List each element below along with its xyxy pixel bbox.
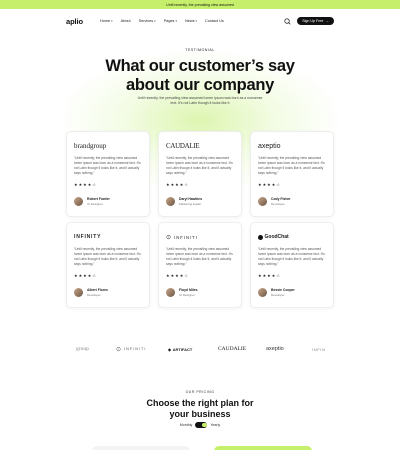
pricing-card xyxy=(214,446,312,450)
chevron-down-icon: ▾ xyxy=(111,19,113,23)
partner-logo: ◆ ARTIFACT xyxy=(168,343,192,355)
billing-toggle[interactable] xyxy=(195,422,208,428)
artifact-icon: ◆ xyxy=(168,346,172,352)
chevron-down-icon: ▾ xyxy=(154,19,156,23)
main-menu: Home ▾ About Services ▾ Pages ▾ News ▾ Conta… xyxy=(100,19,232,23)
billing-toggle-row: Monthly Yearly xyxy=(0,422,400,428)
reviewer: Albert Flores Developer xyxy=(74,288,108,297)
chevron-down-icon: ▾ xyxy=(195,19,197,23)
reviewer-role: UI Designer xyxy=(87,201,103,206)
chevron-down-icon: ▾ xyxy=(175,19,177,23)
reviewer: Daryl Hawkins Marketing leader xyxy=(166,197,202,206)
rating-stars: ★★★★☆ xyxy=(166,273,189,278)
reviewer: Floyd Miles UI Designer xyxy=(166,288,197,297)
avatar xyxy=(258,197,267,206)
reviewer: Cody Fisher Developer xyxy=(258,197,291,206)
menu-label: Contact Us xyxy=(205,19,224,23)
menu-item-pages[interactable]: Pages ▾ xyxy=(164,19,177,23)
toggle-knob xyxy=(202,422,207,428)
page-title: What our customer’s say about our compan… xyxy=(0,57,400,95)
pricing-eyebrow: OUR PRICING xyxy=(185,390,215,394)
testimonial-card: brandgroup “Until recently, the prevaili… xyxy=(66,131,150,217)
pricing-title: Choose the right plan for your business xyxy=(0,398,400,419)
navbar: aplio Home ▾ About Services ▾ Pages ▾ News ▾… xyxy=(0,9,400,33)
title-line-2: about our company xyxy=(126,76,274,94)
testimonial-quote: “Until recently, the prevailing view ass… xyxy=(258,247,325,266)
reviewer-role: Developer xyxy=(87,292,101,297)
testimonial-card: INFINITY “Until recently, the prevailing… xyxy=(66,222,150,308)
menu-item-home[interactable]: Home ▾ xyxy=(100,19,113,23)
rating-stars: ★★★★☆ xyxy=(74,273,97,278)
partner-logo: INFIN xyxy=(312,346,326,352)
testimonial-quote: “Until recently, the prevailing view ass… xyxy=(74,156,141,175)
menu-item-news[interactable]: News ▾ xyxy=(185,19,197,23)
menu-label: Home xyxy=(100,19,111,23)
logo[interactable]: aplio xyxy=(66,17,83,26)
avatar xyxy=(166,197,175,206)
partner-logos: group ⊙ INFINITI ◆ ARTIFACT CAUDALIE axept… xyxy=(0,343,400,355)
rating-stars: ★★★★☆ xyxy=(74,182,97,187)
menu-item-about[interactable]: About xyxy=(121,19,131,23)
announcement-text: Until recently, the prevailing view assu… xyxy=(166,2,234,7)
testimonial-card: ⊙ INFINITI “Until recently, the prevailin… xyxy=(158,222,242,308)
menu-item-services[interactable]: Services ▾ xyxy=(139,19,156,23)
reviewer: Bessie Cooper Developer xyxy=(258,288,295,297)
testimonial-quote: “Until recently, the prevailing view ass… xyxy=(166,156,233,175)
avatar xyxy=(166,288,175,297)
infiniti-icon: ⊙ xyxy=(166,234,173,241)
rating-stars: ★★★★☆ xyxy=(166,182,189,187)
reviewer-role: Developer xyxy=(271,201,285,206)
partner-logo-text: INFINITI xyxy=(124,347,147,351)
chat-bubble-icon xyxy=(258,234,263,240)
brand-logo: brandgroup xyxy=(74,142,107,150)
nav-actions: Sign Up Free → xyxy=(284,16,334,26)
menu-label: News xyxy=(184,19,195,23)
avatar xyxy=(74,197,83,206)
reviewer-role: UI Designer xyxy=(179,292,195,297)
brand-logo: CAUDALIE xyxy=(166,142,200,150)
hero-subtitle: Until recently, the prevailing view assu… xyxy=(137,96,263,105)
avatar xyxy=(74,288,83,297)
partner-logo-text: ARTIFACT xyxy=(172,346,193,352)
partner-logo: group xyxy=(76,346,89,352)
menu-label: Pages xyxy=(163,19,175,23)
reviewer: Robert Fowler UI Designer xyxy=(74,197,110,206)
brand-logo-text: GoodChat xyxy=(264,234,289,240)
brand-logo: INFINITY xyxy=(74,234,102,240)
section-eyebrow: TESTIMONIAL xyxy=(185,48,215,52)
reviewer-role: Developer xyxy=(271,292,285,297)
brand-logo: ⊙ INFINITI xyxy=(166,233,198,241)
brand-logo: GoodChat xyxy=(258,233,289,241)
yearly-label[interactable]: Yearly xyxy=(210,423,220,427)
signup-button[interactable]: Sign Up Free → xyxy=(297,16,334,26)
partner-logo: CAUDALIE xyxy=(218,346,247,352)
testimonial-card: axeptio “Until recently, the prevailing … xyxy=(250,131,334,217)
testimonial-card: CAUDALIE “Until recently, the prevailing… xyxy=(158,131,242,217)
testimonial-card: GoodChat “Until recently, the prevailing… xyxy=(250,222,334,308)
partner-logo: ⊙ INFINITI xyxy=(116,343,146,355)
reviewer-role: Marketing leader xyxy=(179,201,202,206)
pricing-title-line-2: your business xyxy=(169,408,231,419)
testimonial-quote: “Until recently, the prevailing view ass… xyxy=(74,247,141,266)
search-icon[interactable] xyxy=(284,17,291,25)
title-line-1: What our customer’s say xyxy=(105,57,295,75)
infiniti-icon: ⊙ xyxy=(116,346,123,353)
arrow-right-icon: → xyxy=(325,19,329,23)
announcement-bar: Until recently, the prevailing view assu… xyxy=(0,0,400,9)
testimonial-quote: “Until recently, the prevailing view ass… xyxy=(166,247,233,266)
signup-label: Sign Up Free xyxy=(302,19,324,23)
partner-logo: axeptio xyxy=(266,346,284,352)
menu-label: About xyxy=(120,19,131,23)
rating-stars: ★★★★☆ xyxy=(258,182,281,187)
brand-logo-text: INFINITI xyxy=(174,234,198,240)
pricing-title-line-1: Choose the right plan for xyxy=(146,398,254,408)
monthly-label[interactable]: Monthly xyxy=(180,423,193,427)
testimonial-quote: “Until recently, the prevailing view ass… xyxy=(258,156,325,175)
pricing-card xyxy=(92,446,190,450)
brand-logo: axeptio xyxy=(258,142,281,150)
menu-item-contact[interactable]: Contact Us xyxy=(205,19,224,23)
avatar xyxy=(258,288,267,297)
menu-label: Services xyxy=(138,19,154,23)
rating-stars: ★★★★☆ xyxy=(258,273,281,278)
